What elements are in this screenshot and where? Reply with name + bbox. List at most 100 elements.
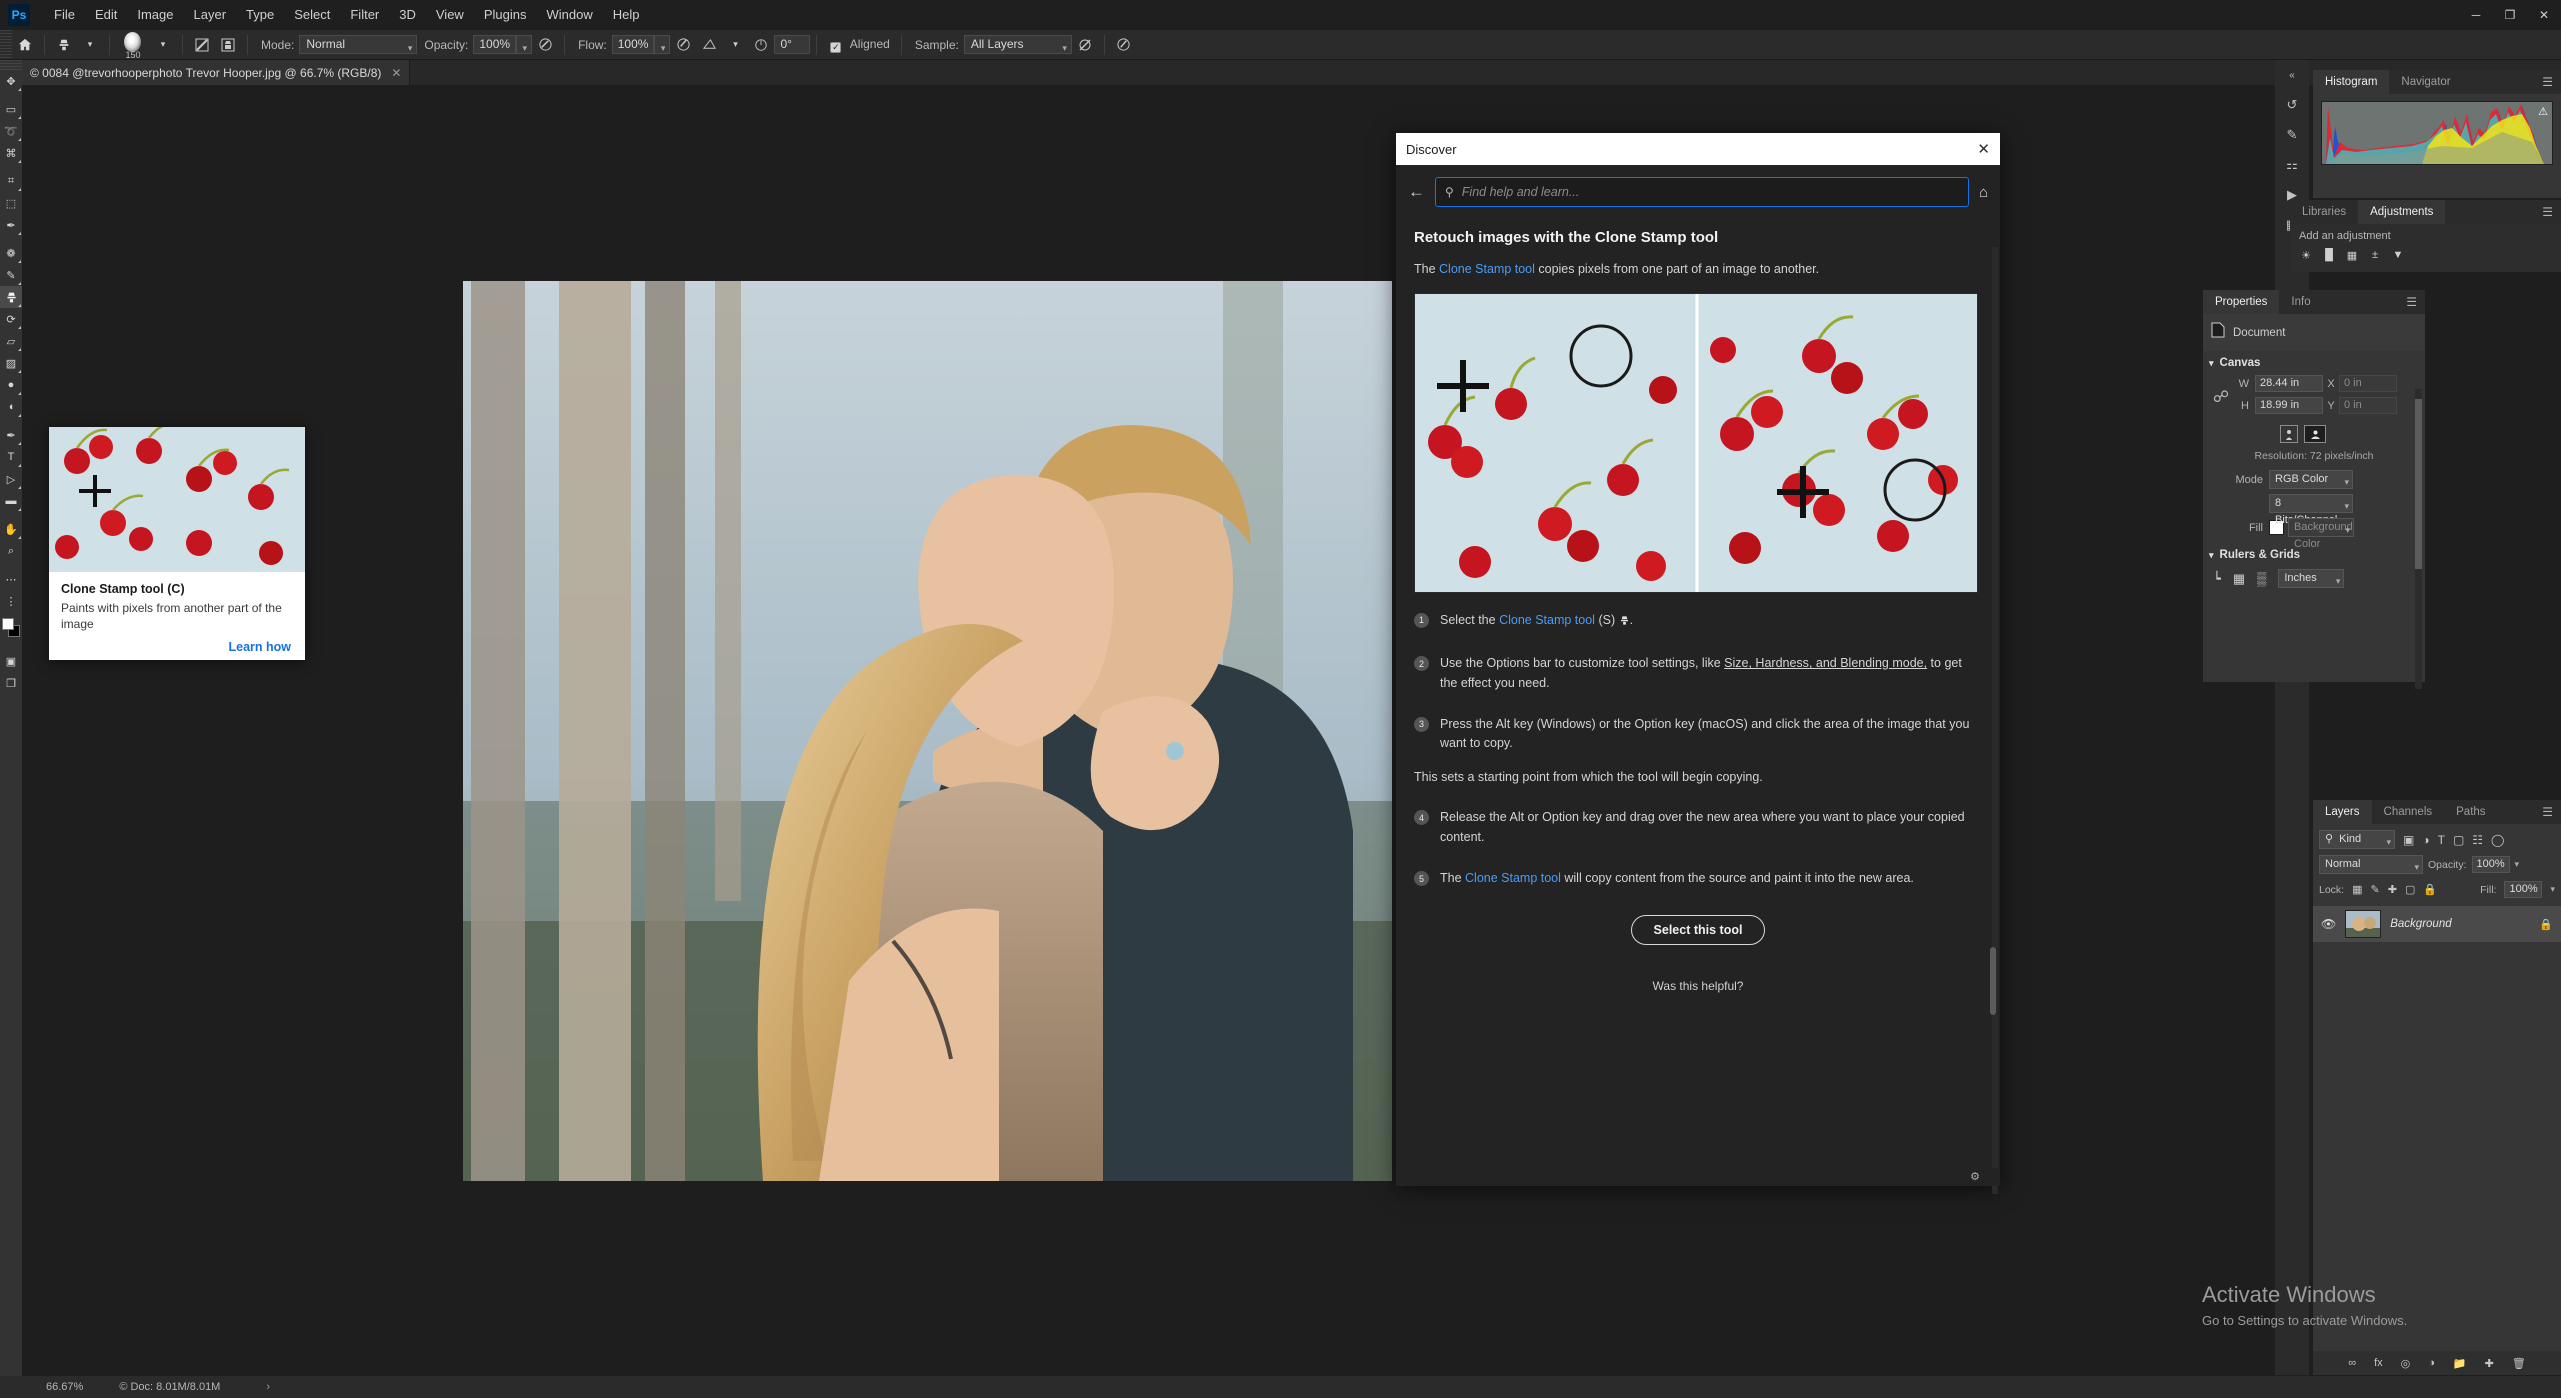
tool-crop[interactable]: ⌗ <box>0 170 22 192</box>
select-this-tool-button[interactable]: Select this tool <box>1630 914 1766 945</box>
menu-image[interactable]: Image <box>127 0 183 30</box>
tab-paths[interactable]: Paths <box>2444 800 2497 824</box>
brush-preset-picker[interactable]: 150 <box>116 30 150 60</box>
panel-menu-icon[interactable]: ☰ <box>2534 800 2561 824</box>
tab-histogram[interactable]: Histogram <box>2313 70 2390 94</box>
brightness-contrast-icon[interactable]: ☀ <box>2299 248 2313 262</box>
levels-icon[interactable]: █ <box>2322 248 2336 262</box>
pixel-filter-icon[interactable]: ▣ <box>2403 833 2414 847</box>
brush-settings-panel-icon[interactable] <box>189 32 215 58</box>
vibrance-icon[interactable]: ▼ <box>2391 248 2405 262</box>
minimize-button[interactable]: ─ <box>2459 0 2493 30</box>
rail-brush-settings-icon[interactable]: ✎ <box>2275 120 2309 150</box>
canvas-height-input[interactable]: 18.99 in <box>2255 397 2323 414</box>
close-icon[interactable]: ✕ <box>391 66 401 80</box>
grid-icon[interactable]: ▦ <box>2233 571 2245 587</box>
chevron-down-icon[interactable]: ▾ <box>2515 859 2520 870</box>
menu-plugins[interactable]: Plugins <box>474 0 537 30</box>
tool-zoom[interactable]: ⌕ <box>0 540 22 562</box>
layer-fill-input[interactable]: 100% <box>2504 881 2543 898</box>
tool-spot-healing-brush[interactable]: ❁ <box>0 242 22 264</box>
opacity-input[interactable]: 100% <box>473 35 517 54</box>
lock-artboard-icon[interactable]: ▢ <box>2405 883 2415 896</box>
filter-toggle-icon[interactable]: ◯ <box>2491 833 2504 847</box>
layer-name[interactable]: Background <box>2390 918 2451 930</box>
aligned-checkbox[interactable]: ✓ Aligned <box>830 37 890 53</box>
discover-dialog[interactable]: Discover ✕ ← ⚲ Find help and learn... ⌂ … <box>1396 133 2000 1194</box>
rail-collapse-icon[interactable]: « <box>2275 60 2309 90</box>
discover-scrollbar[interactable] <box>1990 247 1998 1194</box>
eye-icon[interactable]: 👁 <box>2321 917 2336 931</box>
landscape-orientation-icon[interactable] <box>2304 425 2326 443</box>
panel-menu-icon[interactable]: ☰ <box>2398 290 2425 314</box>
menu-filter[interactable]: Filter <box>340 0 389 30</box>
tool-object-selection[interactable]: ⌘ <box>0 142 22 164</box>
blend-mode-select[interactable]: Normal ▾ <box>2319 855 2423 874</box>
pressure-opacity-icon[interactable] <box>532 32 558 58</box>
discover-scrollbar-thumb[interactable] <box>1990 947 1996 1015</box>
tool-pen[interactable]: ✒ <box>0 424 22 446</box>
tool-path-selection[interactable]: ▷ <box>0 468 22 490</box>
close-button[interactable]: ✕ <box>2527 0 2561 30</box>
tool-rectangle[interactable]: ▬ <box>0 490 22 512</box>
tool-brush[interactable]: ✎ <box>0 264 22 286</box>
properties-scrollbar[interactable] <box>2415 389 2422 689</box>
foreground-color-swatch[interactable] <box>2 618 14 630</box>
table-row[interactable]: 👁 Background 🔒 <box>2313 906 2561 942</box>
menu-view[interactable]: View <box>426 0 474 30</box>
panel-menu-icon[interactable]: ☰ <box>2534 70 2561 94</box>
canvas-width-input[interactable]: 28.44 in <box>2255 375 2323 392</box>
rulers-icon[interactable]: ┕ <box>2213 571 2221 587</box>
units-select[interactable]: Inches ▾ <box>2278 569 2345 588</box>
smoothing-options-icon[interactable]: ▾ <box>722 32 748 58</box>
color-swatches[interactable] <box>0 616 22 642</box>
group-icon[interactable]: 📁 <box>2453 1357 2467 1370</box>
tool-frame[interactable]: ⬚ <box>0 192 22 214</box>
panel-menu-icon[interactable]: ☰ <box>2534 200 2561 224</box>
clone-source-panel-icon[interactable] <box>215 32 241 58</box>
tool-eyedropper[interactable]: ✒ <box>0 214 22 236</box>
tab-navigator[interactable]: Navigator <box>2389 70 2462 94</box>
blend-mode-select[interactable]: Normal ▾ <box>299 35 418 54</box>
portrait-orientation-icon[interactable] <box>2280 425 2298 443</box>
maximize-button[interactable]: ❐ <box>2493 0 2527 30</box>
tool-preset-chevron-icon[interactable]: ▾ <box>77 32 103 58</box>
rail-clone-source-icon[interactable]: ⚏ <box>2275 150 2309 180</box>
link-layers-icon[interactable]: ∞ <box>2348 1357 2356 1369</box>
link-icon[interactable]: ☍ <box>2211 387 2231 407</box>
bit-depth-select[interactable]: 8 Bits/Channel ▾ <box>2269 494 2353 526</box>
size-hardness-blending-link[interactable]: Size, Hardness, and Blending mode, <box>1724 656 1927 670</box>
smoothing-icon[interactable] <box>696 32 722 58</box>
tools-panel-grip[interactable] <box>0 60 22 70</box>
canvas-x-input[interactable]: 0 in <box>2339 375 2397 392</box>
flow-slider-toggle[interactable]: ▾ <box>654 35 671 54</box>
tool-blur[interactable]: ● <box>0 374 22 396</box>
ignore-adjustment-layers-icon[interactable] <box>1072 32 1098 58</box>
learn-how-link[interactable]: Learn how <box>49 632 305 654</box>
lock-icon[interactable]: 🔒 <box>2539 918 2553 931</box>
flow-input[interactable]: 100% <box>611 35 655 54</box>
home-icon[interactable] <box>12 32 38 58</box>
curves-icon[interactable]: ▦ <box>2345 248 2359 262</box>
close-icon[interactable]: ✕ <box>1977 140 1990 158</box>
properties-scrollbar-thumb[interactable] <box>2415 399 2422 569</box>
tool-lasso[interactable]: ➰ <box>0 120 22 142</box>
canvas-section-header[interactable]: ▾ Canvas <box>2203 351 2425 375</box>
tab-info[interactable]: Info <box>2279 290 2322 314</box>
document-image[interactable] <box>463 281 1392 1181</box>
screen-mode-button[interactable]: ❐ <box>0 672 22 694</box>
adjustment-filter-icon[interactable]: ◑ <box>2422 833 2429 847</box>
search-input[interactable]: ⚲ Find help and learn... <box>1435 177 1969 207</box>
delete-layer-icon[interactable]: 🗑 <box>2512 1357 2526 1370</box>
status-expand-icon[interactable]: › <box>266 1381 270 1393</box>
opacity-slider-toggle[interactable]: ▾ <box>516 35 533 54</box>
tablet-pressure-icon[interactable] <box>1111 32 1137 58</box>
quick-mask-button[interactable]: ▣ <box>0 650 22 672</box>
menu-layer[interactable]: Layer <box>184 0 237 30</box>
lock-image-icon[interactable]: ✎ <box>2371 883 2380 896</box>
lock-transparency-icon[interactable]: ▦ <box>2352 883 2362 896</box>
type-filter-icon[interactable]: T <box>2438 833 2445 847</box>
tool-gradient[interactable]: ▨ <box>0 352 22 374</box>
clone-stamp-icon[interactable] <box>51 32 77 58</box>
transparency-grid-icon[interactable]: ▒ <box>2257 571 2266 586</box>
